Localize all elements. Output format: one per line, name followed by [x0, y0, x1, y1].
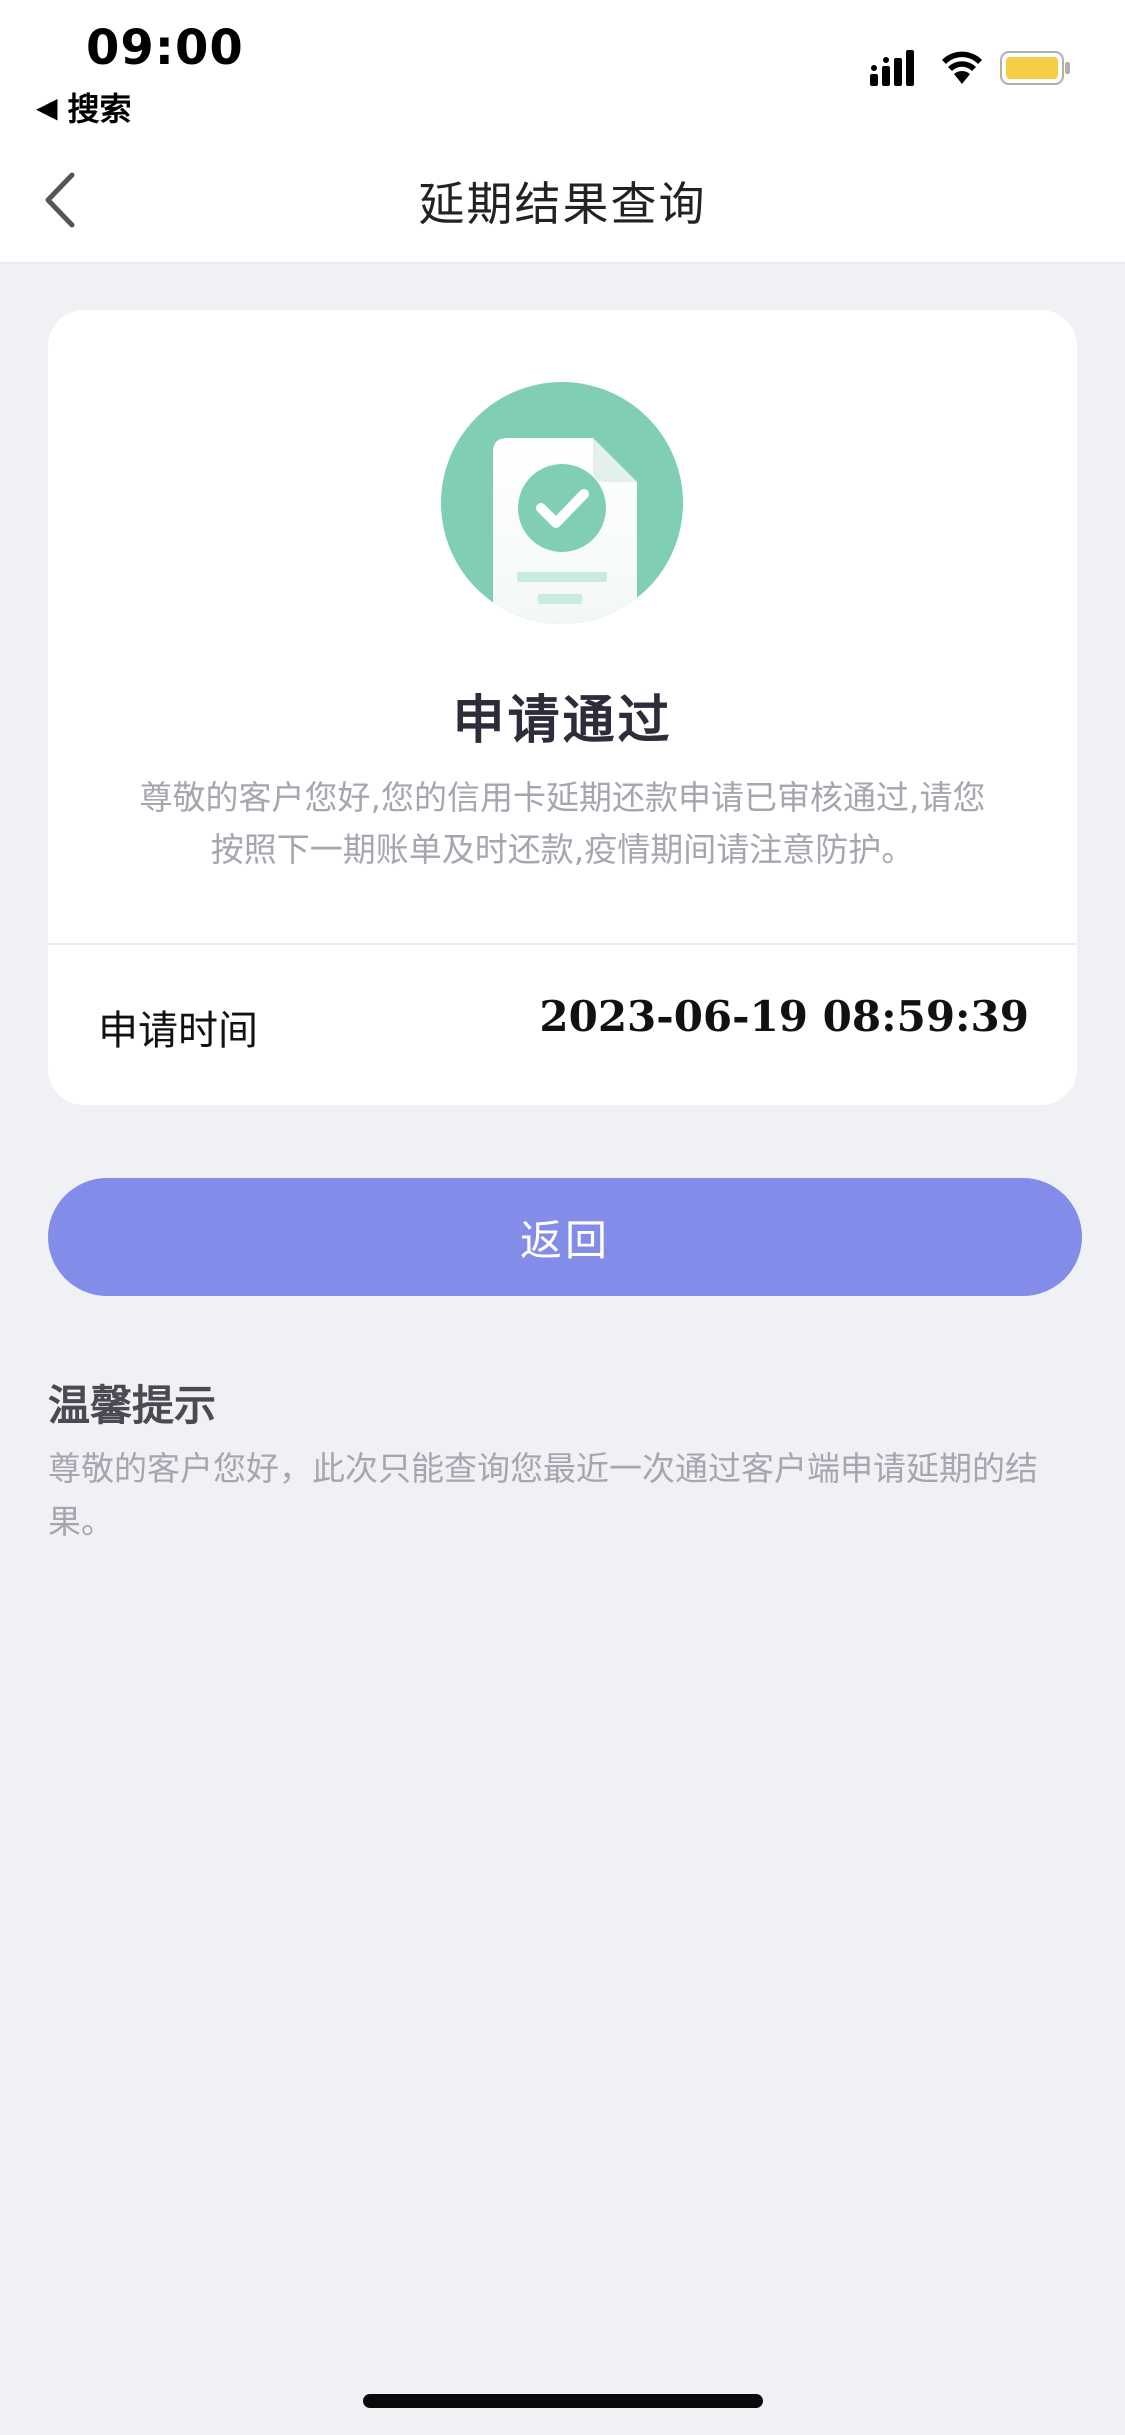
result-card: 申请通过 尊敬的客户您好,您的信用卡延期还款申请已审核通过,请您按照下一期账单及… [48, 310, 1077, 1105]
return-button[interactable]: 返回 [48, 1178, 1082, 1296]
apply-time-label: 申请时间 [98, 1008, 258, 1054]
back-to-app-link[interactable]: ◀ 搜索 [36, 84, 132, 130]
document-check-icon [441, 382, 683, 624]
cellular-signal-icon [870, 50, 914, 86]
home-indicator[interactable] [363, 2394, 763, 2408]
back-triangle-icon: ◀ [36, 90, 58, 124]
status-time: 09:00 [86, 20, 244, 76]
navigation-bar: 延期结果查询 [0, 140, 1125, 264]
result-description: 尊敬的客户您好,您的信用卡延期还款申请已审核通过,请您按照下一期账单及时还款,疫… [139, 778, 986, 869]
page-title: 延期结果查询 [418, 177, 707, 231]
apply-time-value: 2023-06-19 08:59:39 [539, 992, 1029, 1041]
tips-text: 尊敬的客户您好，此次只能查询您最近一次通过客户端申请延期的结果。 [48, 1449, 1038, 1541]
back-app-label: 搜索 [67, 90, 132, 128]
wifi-icon [942, 51, 982, 84]
result-title: 申请通过 [452, 691, 673, 751]
status-bar: 09:00 ◀ 搜索 [0, 0, 1125, 140]
tips-title: 温馨提示 [48, 1381, 217, 1430]
divider [48, 943, 1077, 945]
battery-icon [1000, 51, 1070, 85]
